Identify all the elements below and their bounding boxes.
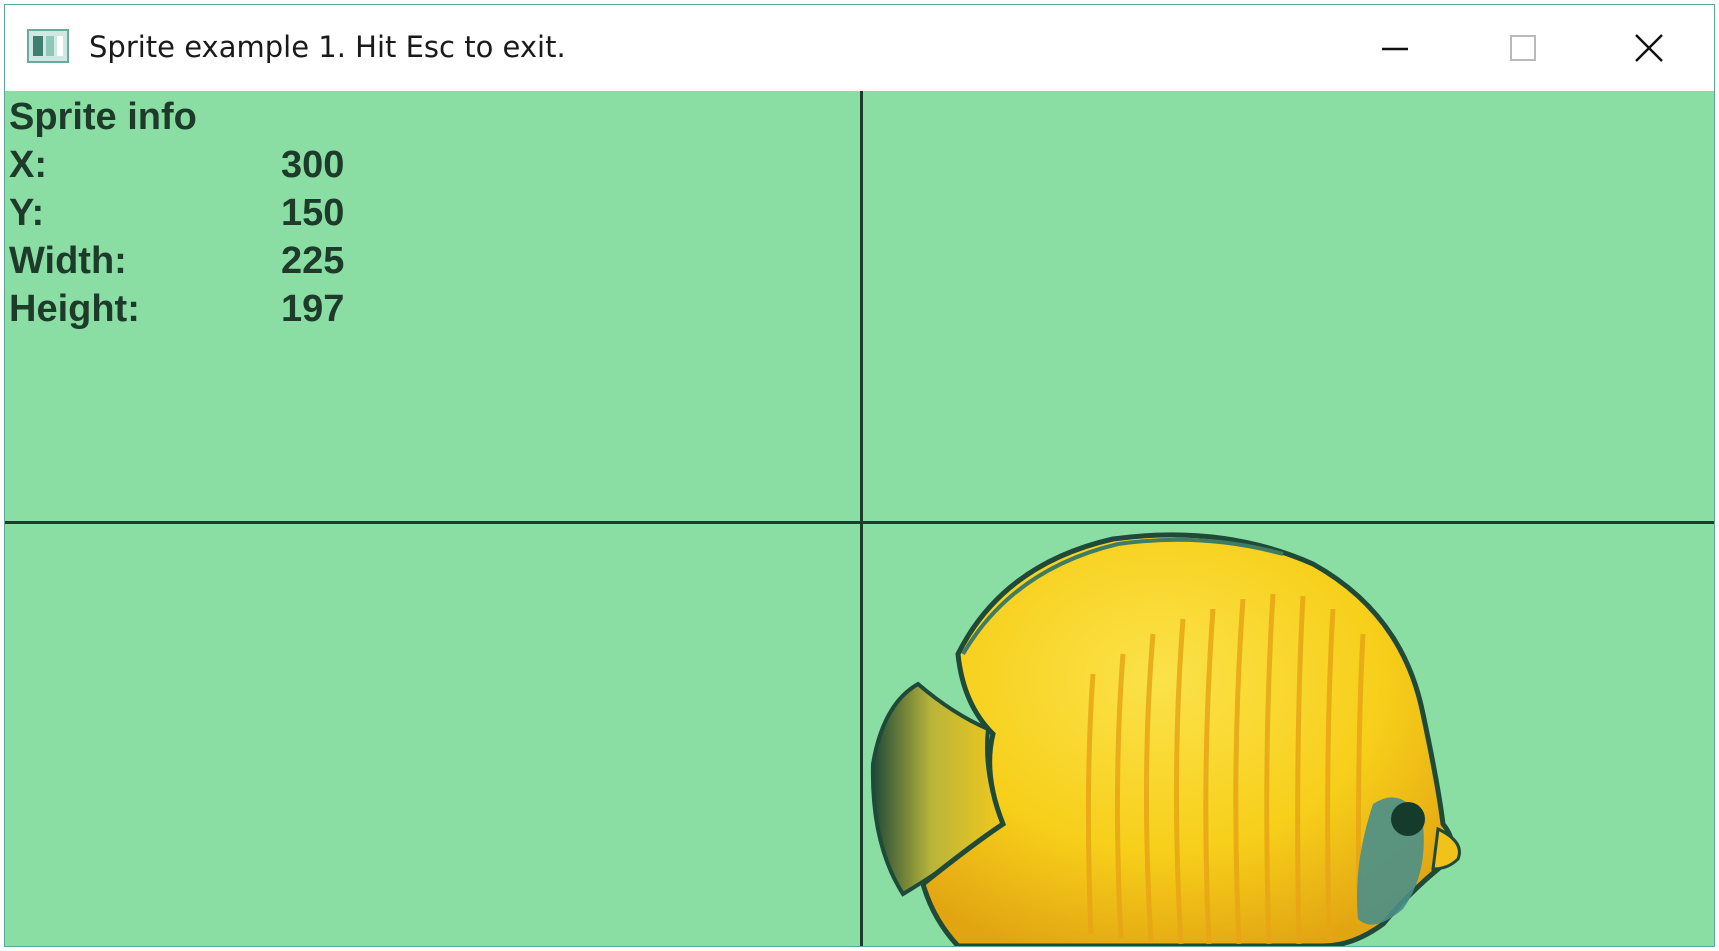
- info-value: 300: [281, 144, 345, 186]
- sprite-info-panel: Sprite info X: 300 Y: 150 Width: 225 Hei…: [9, 93, 344, 333]
- sprite-info-row-width: Width: 225: [9, 237, 344, 285]
- info-label: Y:: [9, 192, 45, 234]
- info-label: X:: [9, 144, 47, 186]
- fish-eye: [1391, 802, 1425, 836]
- title-bar[interactable]: Sprite example 1. Hit Esc to exit.: [5, 5, 1714, 91]
- close-button[interactable]: [1589, 5, 1709, 91]
- info-value: 197: [281, 288, 345, 330]
- info-value: 150: [281, 192, 345, 234]
- minimize-button[interactable]: [1335, 5, 1455, 91]
- sprite-info-row-y: Y: 150: [9, 189, 344, 237]
- sprite-info-row-height: Height: 197: [9, 285, 344, 333]
- maximize-button[interactable]: [1463, 5, 1583, 91]
- fish-sprite[interactable]: [863, 524, 1503, 946]
- app-window-icon: [27, 29, 69, 63]
- info-label: Height:: [9, 288, 140, 330]
- info-value: 225: [281, 240, 345, 282]
- close-icon: [1635, 34, 1663, 62]
- window-title: Sprite example 1. Hit Esc to exit.: [89, 30, 566, 64]
- info-label: Width:: [9, 240, 127, 282]
- sprite-info-row-x: X: 300: [9, 141, 344, 189]
- game-canvas[interactable]: Sprite info X: 300 Y: 150 Width: 225 Hei…: [5, 91, 1714, 946]
- sprite-info-heading: Sprite info: [9, 96, 197, 138]
- maximize-icon: [1510, 35, 1536, 61]
- minimize-icon: [1382, 47, 1408, 51]
- app-window: Sprite example 1. Hit Esc to exit. Sprit…: [4, 4, 1715, 947]
